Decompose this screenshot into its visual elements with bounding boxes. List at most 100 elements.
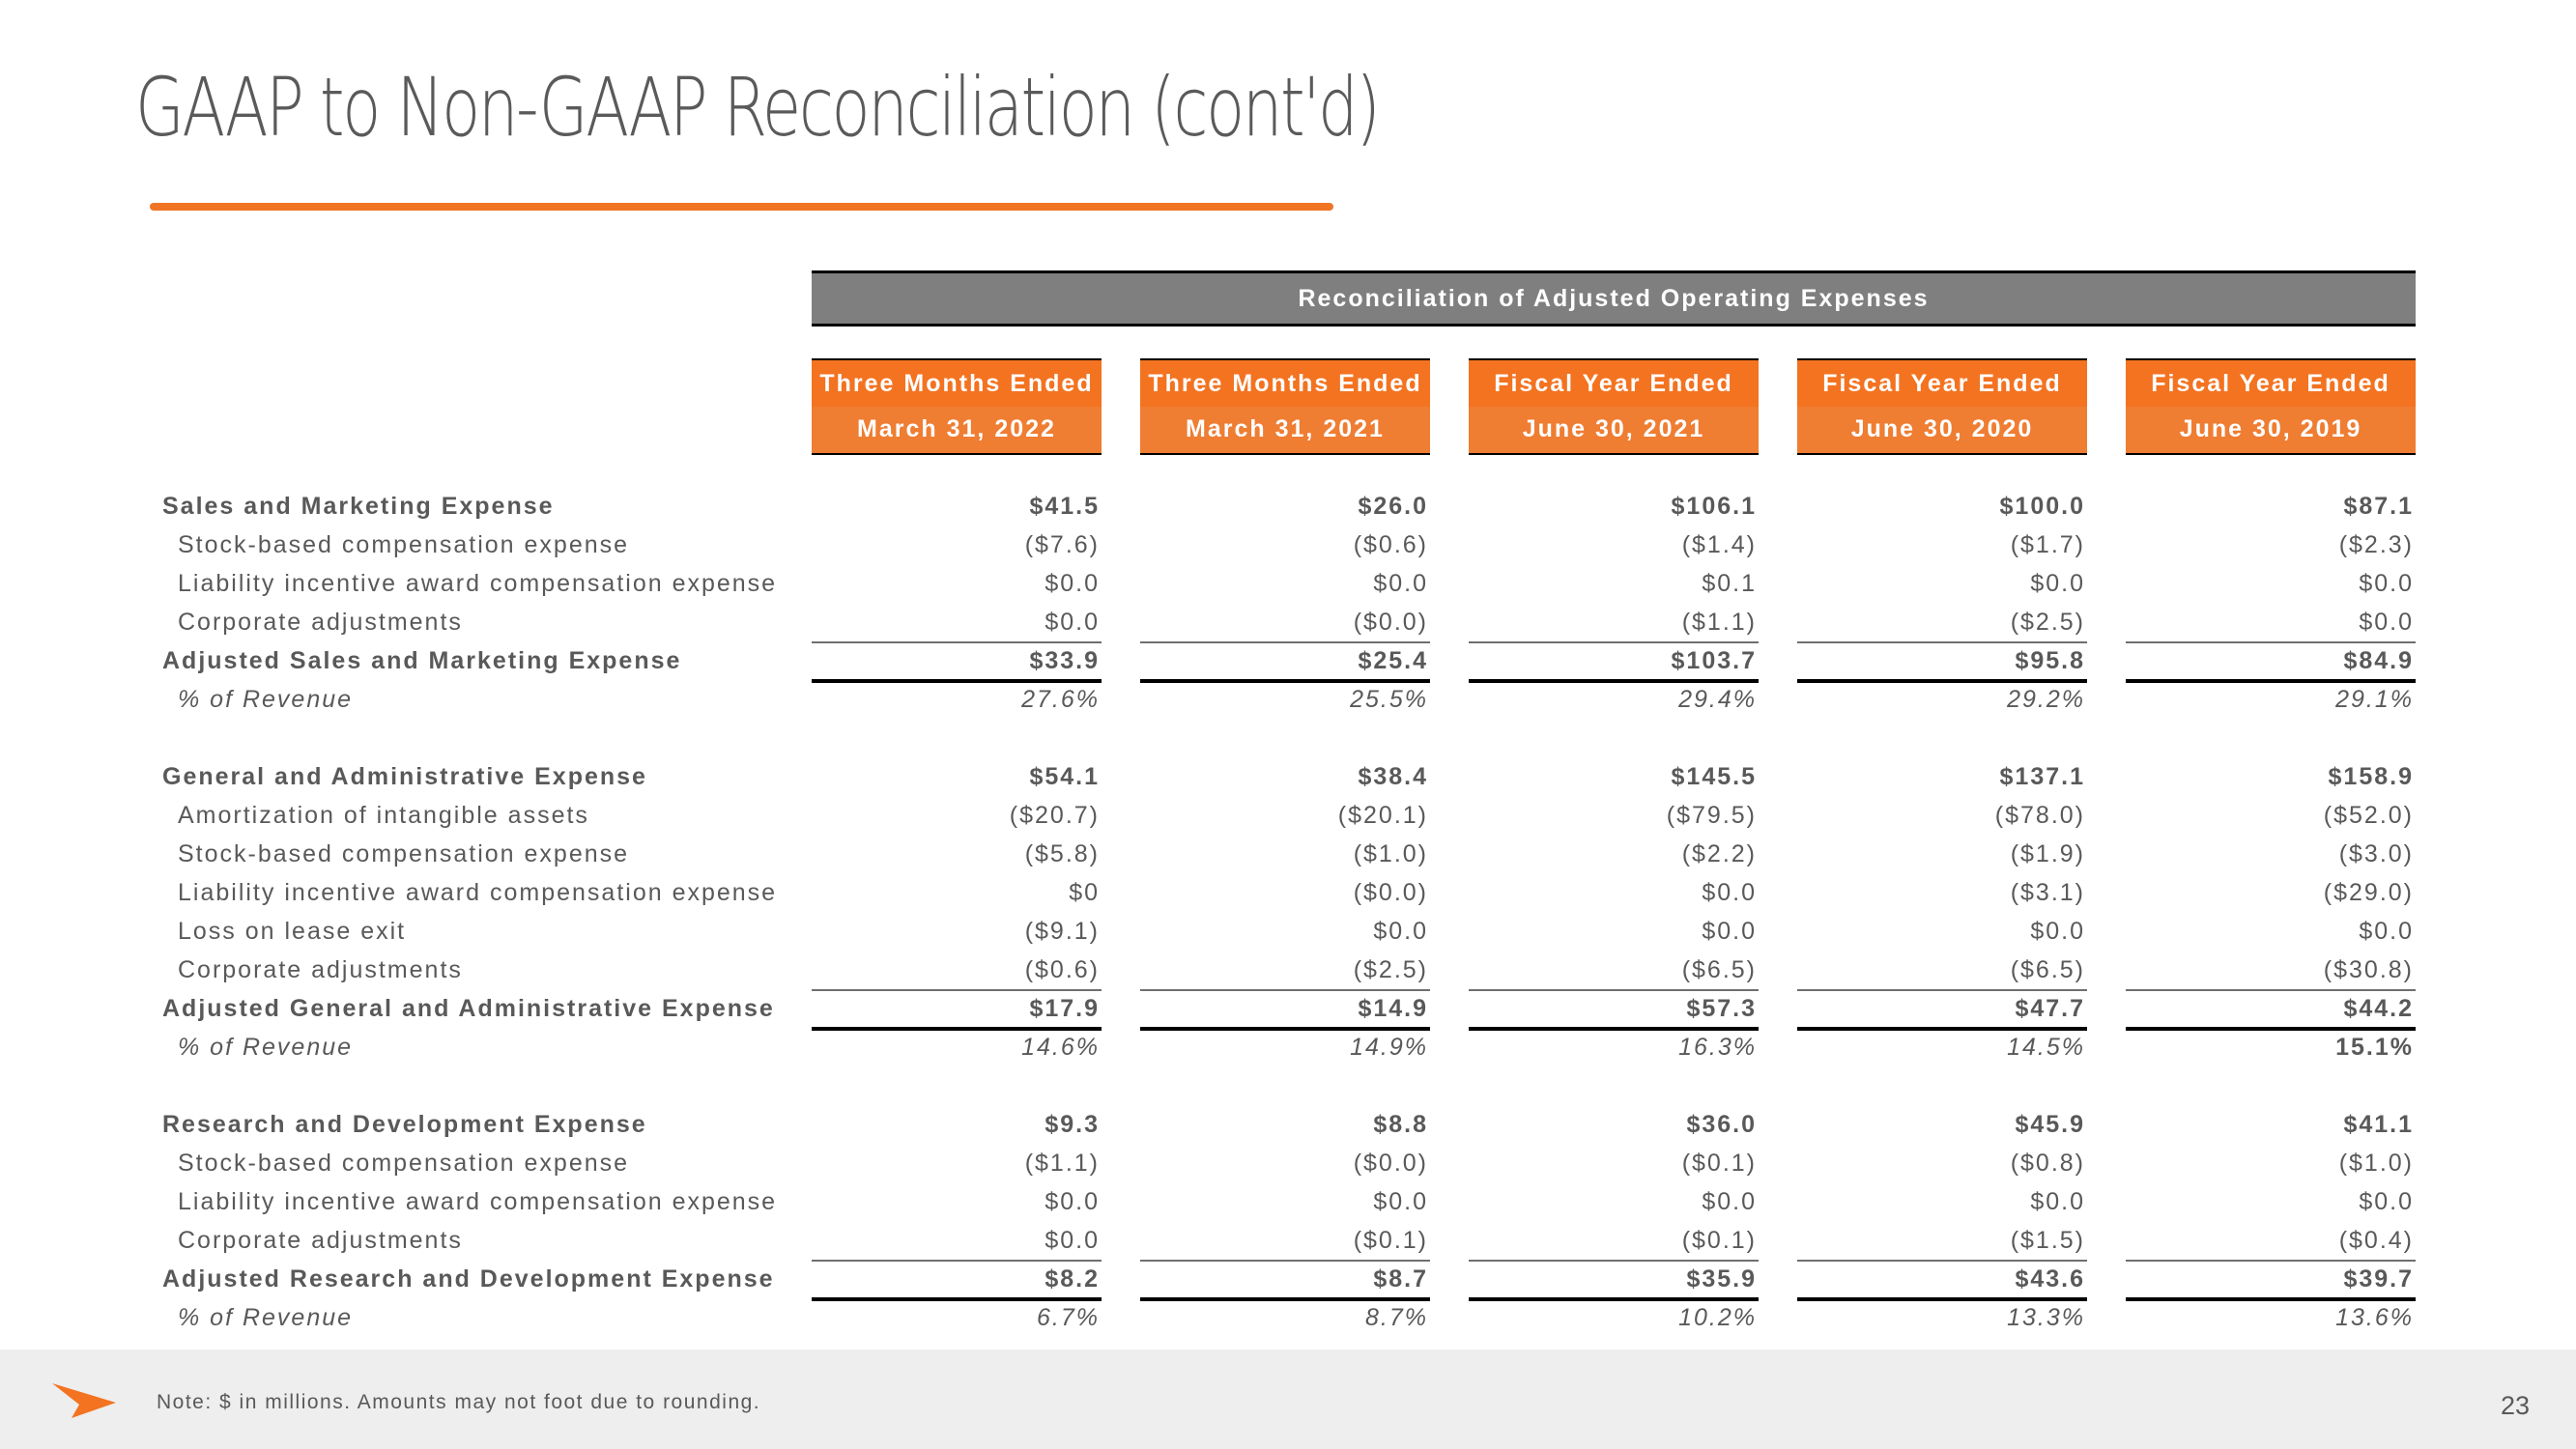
table-cell: 15.1% (2335, 1034, 2414, 1061)
table-cell: 10.2% (1678, 1304, 1757, 1331)
row-label: Stock-based compensation expense (178, 1150, 630, 1177)
table-cell: $41.5 (1029, 493, 1100, 520)
total-rule (2126, 1027, 2416, 1031)
row-label: Loss on lease exit (178, 918, 407, 945)
table-cell: $0.0 (2359, 918, 2414, 945)
table-cell: $0.0 (2359, 1188, 2414, 1215)
total-rule (1797, 1297, 2087, 1301)
total-rule (1140, 1027, 1430, 1031)
table-cell: $145.5 (1671, 763, 1757, 790)
row-label: Adjusted General and Administrative Expe… (162, 995, 775, 1022)
table-cell: ($20.1) (1337, 802, 1428, 829)
table-cell: $0.0 (1373, 918, 1428, 945)
column-header-period: Fiscal Year Ended (1822, 370, 2062, 397)
table-cell: ($1.0) (2338, 1150, 2414, 1177)
table-cell: ($0.1) (1681, 1150, 1757, 1177)
row-label: Adjusted Research and Development Expens… (162, 1265, 775, 1293)
row-label: Stock-based compensation expense (178, 531, 630, 558)
page-number: 23 (2500, 1391, 2530, 1420)
table-cell: $84.9 (2343, 647, 2414, 674)
row-label: % of Revenue (178, 1034, 354, 1061)
page-title: GAAP to Non-GAAP Reconciliation (cont'd) (135, 60, 1381, 155)
column-header-period: Fiscal Year Ended (2151, 370, 2390, 397)
table-cell: $44.2 (2343, 995, 2414, 1022)
table-cell: $0.0 (2359, 609, 2414, 636)
table-cell: $38.4 (1358, 763, 1428, 790)
table-cell: ($78.0) (1994, 802, 2085, 829)
table-cell: 14.6% (1021, 1034, 1100, 1061)
table-cell: $26.0 (1358, 493, 1428, 520)
table-cell: $0.0 (1373, 1188, 1428, 1215)
subtotal-rule (1469, 1260, 1759, 1262)
table-cell: $9.3 (1045, 1111, 1100, 1138)
table-cell: $54.1 (1029, 763, 1100, 790)
table-cell: $87.1 (2343, 493, 2414, 520)
row-label: Research and Development Expense (162, 1111, 647, 1138)
table-cell: ($1.9) (2010, 840, 2085, 867)
table-cell: ($0.6) (1353, 531, 1428, 558)
total-rule (1797, 1027, 2087, 1031)
table-cell: ($0.1) (1353, 1227, 1428, 1254)
row-label: General and Administrative Expense (162, 763, 647, 790)
table-cell: ($1.0) (1353, 840, 1428, 867)
table-cell: 29.2% (2007, 686, 2085, 713)
subtotal-rule (2126, 641, 2416, 643)
table-cell: $0.0 (1702, 1188, 1757, 1215)
row-label: % of Revenue (178, 1304, 354, 1331)
subtotal-rule (1140, 641, 1430, 643)
row-label: % of Revenue (178, 686, 354, 713)
column-header-date: March 31, 2021 (1186, 415, 1385, 442)
table-cell: $0.0 (1702, 879, 1757, 906)
subtotal-rule (1797, 641, 2087, 643)
row-label: Liability incentive award compensation e… (178, 879, 778, 906)
table-cell: $0.0 (2030, 1188, 2085, 1215)
table-cell: $45.9 (2015, 1111, 2085, 1138)
total-rule (812, 679, 1102, 683)
total-rule (1469, 1297, 1759, 1301)
table-cell: $158.9 (2328, 763, 2414, 790)
table-cell: 25.5% (1350, 686, 1428, 713)
total-rule (812, 1297, 1102, 1301)
table-cell: $100.0 (1999, 493, 2085, 520)
total-rule (1797, 679, 2087, 683)
table-cell: ($1.1) (1681, 609, 1757, 636)
table-cell: ($20.7) (1009, 802, 1100, 829)
subtotal-rule (1140, 1260, 1430, 1262)
table-cell: $0.0 (1045, 570, 1100, 597)
column-header-period: Three Months Ended (819, 370, 1094, 397)
table-cell: ($0.8) (2010, 1150, 2085, 1177)
table-cell: 14.9% (1350, 1034, 1428, 1061)
table-cell: 27.6% (1021, 686, 1100, 713)
table-cell: $137.1 (1999, 763, 2085, 790)
table-cell: ($79.5) (1666, 802, 1757, 829)
subtotal-rule (812, 1260, 1102, 1262)
total-rule (1140, 1297, 1430, 1301)
table-cell: ($3.0) (2338, 840, 2414, 867)
table-cell: ($30.8) (2323, 956, 2414, 983)
title-underline (150, 203, 1333, 211)
table-cell: $8.2 (1045, 1265, 1100, 1293)
table-cell: ($0.0) (1353, 879, 1428, 906)
table-cell: 16.3% (1678, 1034, 1757, 1061)
table-cell: 29.4% (1678, 686, 1757, 713)
table-cell: ($1.5) (2010, 1227, 2085, 1254)
table-cell: ($29.0) (2323, 879, 2414, 906)
total-rule (1140, 679, 1430, 683)
table-cell: $0.0 (2359, 570, 2414, 597)
column-header: Three Months Ended March 31, 2022 (812, 358, 1102, 455)
column-header-date: June 30, 2019 (2179, 415, 2362, 442)
orange-arrow-logo-icon (52, 1383, 116, 1418)
table-cell: ($0.0) (1353, 1150, 1428, 1177)
row-label: Corporate adjustments (178, 609, 463, 636)
table-cell: ($1.1) (1024, 1150, 1100, 1177)
table-cell: $41.1 (2343, 1111, 2414, 1138)
subtotal-rule (1797, 1260, 2087, 1262)
table-cell: ($6.5) (2010, 956, 2085, 983)
table-cell: $0.0 (1373, 570, 1428, 597)
total-rule (2126, 679, 2416, 683)
table-cell: $0 (1069, 879, 1100, 906)
table-cell: ($2.5) (1353, 956, 1428, 983)
table-cell: ($1.7) (2010, 531, 2085, 558)
table-cell: 29.1% (2335, 686, 2414, 713)
table-cell: ($0.1) (1681, 1227, 1757, 1254)
